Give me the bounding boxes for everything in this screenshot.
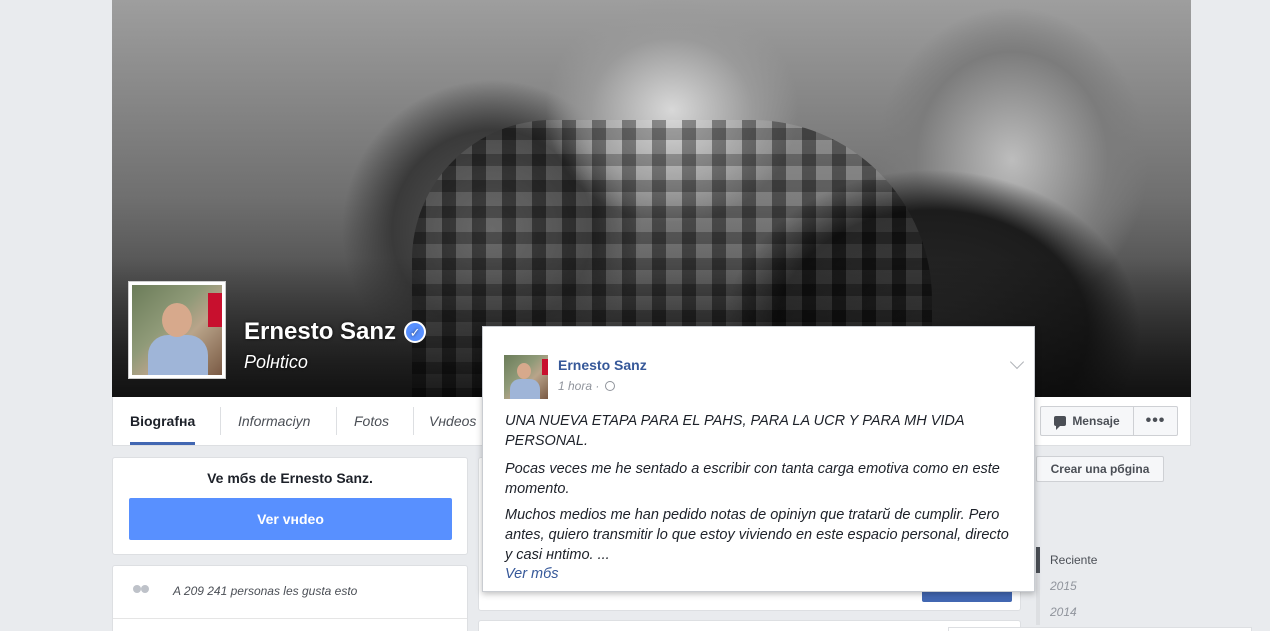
globe-icon — [605, 381, 616, 391]
video-promo-title: Ve mбs de Ernesto Sanz. — [207, 470, 373, 486]
see-more-link[interactable]: Ver mбs — [505, 566, 559, 582]
post-author-name[interactable]: Ernesto Sanz — [558, 357, 647, 373]
post-author-avatar[interactable] — [504, 355, 548, 399]
post-preview-popup: Ernesto Sanz 1 hora · UNA NUEVA ETAPA PA… — [482, 326, 1035, 592]
likes-card: A 209 241 personas les gusta esto — [112, 565, 468, 631]
profile-picture-image — [132, 285, 222, 375]
post-paragraph: Pocas veces me he sentado a escribir con… — [505, 461, 1000, 497]
tab-divider — [220, 407, 221, 435]
create-page-button[interactable]: Crear una pбgina — [1036, 456, 1164, 482]
timeline-item-2014[interactable]: 2014 — [1036, 599, 1096, 625]
page-name[interactable]: Ernesto Sanz — [244, 318, 396, 346]
timeline-item-reciente[interactable]: Reciente — [1036, 547, 1097, 573]
sidebar-box — [948, 627, 1252, 631]
tab-informacion[interactable]: Informaciуn — [222, 397, 326, 445]
tab-fotos[interactable]: Fotos — [338, 397, 405, 445]
tab-biografia[interactable]: Biografнa — [114, 397, 211, 445]
post-meta: 1 hora · — [558, 379, 616, 393]
timeline-years-nav: Reciente 2015 2014 — [1036, 547, 1097, 625]
people-icon — [133, 585, 151, 597]
divider — [113, 618, 467, 619]
tab-videos[interactable]: Vнdeos — [413, 397, 492, 445]
chevron-down-icon[interactable] — [1009, 354, 1025, 370]
message-button[interactable]: Mensaje — [1040, 406, 1134, 436]
profile-picture[interactable] — [128, 281, 226, 379]
timeline-item-2015[interactable]: 2015 — [1036, 573, 1096, 599]
more-options-button[interactable]: ••• — [1133, 406, 1178, 436]
verified-badge-icon: ✓ — [404, 321, 427, 343]
post-paragraph: UNA NUEVA ETAPA PARA EL PAНS, PARA LA UC… — [505, 413, 965, 449]
likes-count-text[interactable]: A 209 241 personas les gusta esto — [173, 584, 357, 598]
video-promo-card: Ve mбs de Ernesto Sanz. Ver vнdeo — [112, 457, 468, 555]
feed-card — [478, 620, 1021, 631]
post-timestamp[interactable]: 1 hora · — [558, 379, 599, 393]
post-paragraph: Muchos medios me han pedido notas de opi… — [505, 507, 1009, 563]
message-button-label: Mensaje — [1072, 414, 1120, 428]
page-category[interactable]: Polнtico — [244, 352, 308, 373]
watch-video-button[interactable]: Ver vнdeo — [129, 498, 452, 540]
message-icon — [1054, 416, 1067, 430]
page-title[interactable]: Ernesto Sanz ✓ — [244, 318, 427, 346]
tab-divider — [336, 407, 337, 435]
